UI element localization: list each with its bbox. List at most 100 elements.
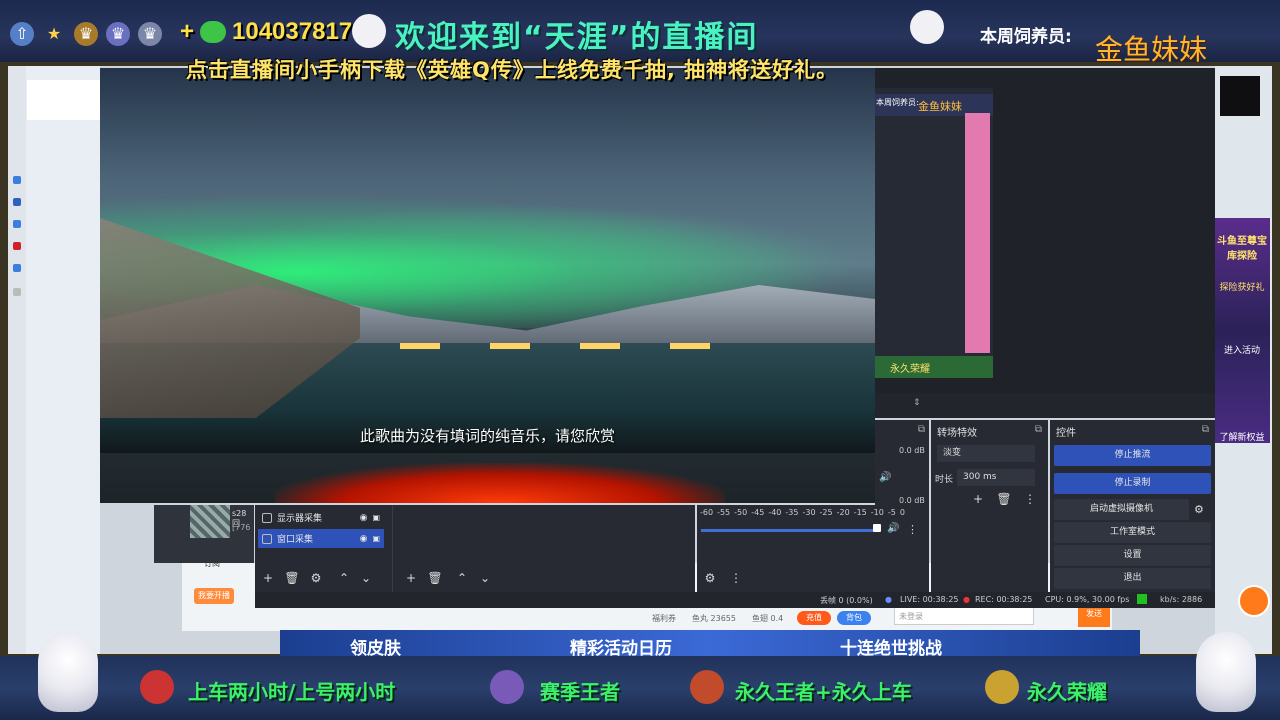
virtual-camera-button[interactable]: 启动虚拟摄像机 — [1054, 499, 1189, 520]
nested-pink-border — [965, 113, 990, 353]
rights-button[interactable]: 了解新权益 — [1217, 430, 1267, 443]
source-row-window[interactable]: 窗口采集 ◉ ▣ — [258, 529, 384, 548]
plus-sign: + — [180, 18, 195, 45]
star-icon: ★ — [46, 24, 62, 43]
remove-scene-icon[interactable]: 🗑 — [426, 569, 444, 587]
obs-toolbar-row: ⇕ — [875, 393, 1215, 418]
audio-dock-icon[interactable]: ⧉ — [918, 424, 925, 435]
add-source-icon[interactable]: + — [259, 569, 277, 587]
transition-select[interactable]: 淡变 — [937, 445, 1035, 462]
stop-recording-button[interactable]: 停止录制 — [1054, 473, 1211, 494]
event-banner[interactable]: 斗鱼至尊宝库探险 探险获好礼 进入活动 了解新权益 — [1215, 218, 1270, 443]
audio-menu-icon[interactable]: ⋮ — [907, 523, 918, 536]
controls-title: 控件 — [1056, 428, 1076, 439]
wechat-number: 1040378173 — [232, 18, 366, 45]
remove-transition-icon[interactable]: 🗑 — [995, 490, 1013, 508]
source-label: 窗口采集 — [277, 535, 314, 545]
stop-streaming-button[interactable]: 停止推流 — [1054, 445, 1211, 466]
event-subtitle: 探险获好礼 — [1219, 283, 1265, 293]
event-title: 斗鱼至尊宝库探险 — [1217, 236, 1267, 262]
app-logo[interactable] — [1220, 76, 1260, 116]
audio-settings-icon[interactable]: ⚙ — [701, 569, 719, 587]
add-transition-icon[interactable]: + — [969, 490, 987, 508]
mini-window-thumbnail — [190, 505, 230, 538]
sidebar-icon-4[interactable] — [13, 242, 21, 250]
volume-handle[interactable] — [873, 524, 881, 532]
sidebar-icon-3[interactable] — [13, 220, 21, 228]
sidebar-icon-5[interactable] — [13, 264, 21, 272]
checkbox-icon — [262, 533, 272, 544]
rank-icons: ⇧ ★ ♛ ♛ ♛ — [10, 22, 162, 46]
dock-float-icon[interactable]: ⧉ — [1202, 424, 1209, 435]
speaker-icon[interactable]: 🔊 — [879, 472, 891, 483]
dock-float-icon[interactable]: ⧉ — [1035, 424, 1042, 435]
mascot-top-right — [910, 10, 944, 44]
bottom-banner: 上车两小时/上号两小时 赛季王者 永久王者+永久上车 永久荣耀 — [0, 656, 1280, 720]
audio-more-icon[interactable]: ⋮ — [727, 569, 745, 587]
exit-button[interactable]: 退出 — [1054, 568, 1211, 589]
nested-feeder-name: 金鱼妹妹 — [918, 100, 962, 113]
live-icon: ● — [885, 595, 892, 604]
enter-event-button[interactable]: 进入活动 — [1217, 343, 1267, 356]
audio-partial-panel: ⧉ 0.0 dB 🔊 0.0 dB — [875, 420, 929, 505]
settings-button[interactable]: 设置 — [1054, 545, 1211, 566]
live-timer: LIVE: 00:38:25 — [900, 595, 959, 604]
volume-slider[interactable] — [701, 529, 879, 532]
mute-icon[interactable]: 🔊 — [887, 523, 899, 534]
promo-3: 永久王者+永久上车 — [735, 680, 912, 704]
feeder-label: 本周饲养员: — [980, 27, 1072, 47]
nested-feeder-label: 本周饲养员: — [876, 98, 919, 107]
browser-sidebar — [8, 66, 26, 654]
start-stream-button[interactable]: 我要开播 — [194, 588, 234, 604]
scale-tick: -25 — [819, 508, 833, 517]
nested-footer-text: 永久荣耀 — [890, 364, 930, 375]
eye-icon[interactable]: ◉ — [360, 534, 368, 544]
scene-down-icon[interactable]: ⌄ — [476, 569, 494, 587]
video-preview: 此歌曲为没有填词的纯音乐，请您欣赏 — [100, 68, 875, 503]
duration-field[interactable]: 300 ms — [957, 469, 1035, 486]
add-scene-icon[interactable]: + — [402, 569, 420, 587]
duration-label: 时长 — [935, 475, 954, 485]
floating-action-button[interactable] — [1238, 585, 1270, 617]
lock-icon[interactable]: ▣ — [372, 513, 380, 522]
toolbar-spin-icon[interactable]: ⇕ — [913, 398, 921, 408]
source-row-display[interactable]: 显示器采集 ◉ ▣ — [258, 508, 384, 527]
scale-tick: -40 — [768, 508, 782, 517]
subscribe-button[interactable]: 订阅 — [204, 558, 220, 569]
gold-rank-icon: ♛ — [74, 22, 98, 46]
remove-source-icon[interactable]: 🗑 — [283, 569, 301, 587]
db-readout-bottom: 0.0 dB — [899, 496, 925, 505]
fish-balance: 鱼翅 0.4 — [752, 614, 784, 623]
lock-icon[interactable]: ▣ — [372, 534, 380, 543]
transitions-dock: 转场特效 ⧉ 淡变 时长 300 ms + 🗑 ⋮ — [931, 420, 1048, 595]
sidebar-icon-2[interactable] — [13, 198, 21, 206]
dropped-frames: 丢帧 0 (0.0%) — [820, 596, 873, 605]
sidebar-icon-6[interactable] — [13, 288, 21, 296]
activity-ad-strip[interactable]: 领皮肤 精彩活动日历 十连绝世挑战 — [280, 630, 1140, 659]
upload-icon: ⇧ — [10, 22, 34, 46]
recharge-button[interactable]: 充值 — [797, 611, 831, 625]
obs-status-bar: 丢帧 0 (0.0%) ● LIVE: 00:38:25 ● REC: 00:3… — [255, 592, 1215, 608]
promo-2: 赛季王者 — [540, 680, 620, 704]
transition-menu-icon[interactable]: ⋮ — [1021, 490, 1039, 508]
sources-dock: 显示器采集 ◉ ▣ 窗口采集 ◉ ▣ + 🗑 ⚙ ⌃ ⌄ + 🗑 ⌃ ⌄ — [255, 505, 695, 595]
sidebar-icon-1[interactable] — [13, 176, 21, 184]
move-down-icon[interactable]: ⌄ — [357, 569, 375, 587]
scale-tick: -45 — [751, 508, 765, 517]
chat-input[interactable]: 未登录 — [894, 607, 1034, 625]
rec-timer: REC: 00:38:25 — [975, 595, 1033, 604]
coupon-label[interactable]: 福利券 — [652, 613, 676, 624]
source-label: 显示器采集 — [277, 514, 323, 524]
studio-mode-button[interactable]: 工作室模式 — [1054, 522, 1211, 543]
scale-tick: -60 — [700, 508, 714, 517]
bag-button[interactable]: 背包 — [837, 611, 871, 625]
eye-icon[interactable]: ◉ — [360, 513, 368, 523]
scene-up-icon[interactable]: ⌃ — [453, 569, 471, 587]
rocket-icon — [690, 670, 724, 704]
move-up-icon[interactable]: ⌃ — [335, 569, 353, 587]
controls-dock: 控件 ⧉ 停止推流 停止录制 启动虚拟摄像机 ⚙ 工作室模式 设置 退出 — [1050, 420, 1215, 595]
source-settings-icon[interactable]: ⚙ — [307, 569, 325, 587]
virtual-camera-settings-icon[interactable]: ⚙ — [1194, 503, 1204, 516]
notice-text: 点击直播间小手柄下载《英雄Q传》上线免费千抽, 抽神将送好礼。 — [186, 58, 839, 82]
checkbox-icon — [262, 512, 272, 523]
